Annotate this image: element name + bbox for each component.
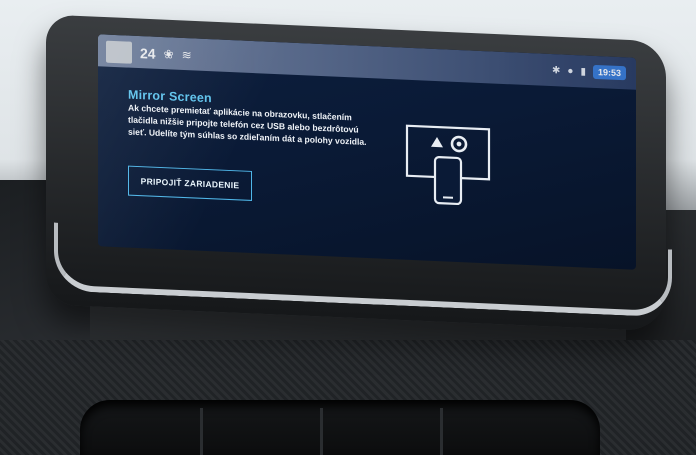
bluetooth-icon: ✱ xyxy=(552,64,561,76)
mirror-screen-illustration xyxy=(405,124,491,206)
infotainment-screen: 24 ❀ ≋ ✱ ● ▮ 19:53 Mirror Screen Ak chce… xyxy=(98,34,636,270)
air-vent xyxy=(80,400,600,455)
seat-heat-icon[interactable]: ≋ xyxy=(182,48,192,62)
status-right: ✱ ● ▮ 19:53 xyxy=(552,63,626,81)
car-icon: ● xyxy=(567,65,574,77)
temperature[interactable]: 24 xyxy=(140,45,156,62)
profile-avatar[interactable] xyxy=(106,40,132,64)
status-left: 24 ❀ ≋ xyxy=(106,40,192,67)
fan-icon[interactable]: ❀ xyxy=(164,47,174,61)
android-auto-icon xyxy=(431,137,443,148)
clock: 19:53 xyxy=(592,64,626,81)
connect-device-button[interactable]: PRIPOJIŤ ZARIADENIE xyxy=(128,165,252,201)
signal-icon: ▮ xyxy=(580,65,586,78)
description-text: Ak chcete premietať aplikácie na obrazov… xyxy=(128,102,367,147)
